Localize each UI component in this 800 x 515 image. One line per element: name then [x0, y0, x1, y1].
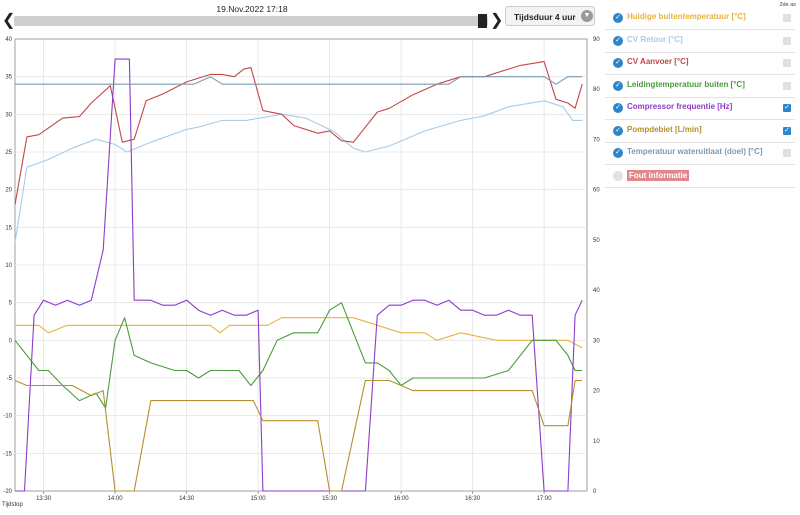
duration-dropdown[interactable]: Tijdsduur 4 uur ▼ [505, 6, 595, 26]
y-tick-label: 25 [5, 150, 12, 156]
x-tick-label: 15:30 [322, 496, 338, 502]
current-datetime: 19.Nov.2022 17:18 [216, 4, 288, 14]
y-tick-label: -15 [3, 451, 12, 457]
y2-tick-label: 0 [593, 489, 597, 495]
second-axis-checkbox[interactable]: ✓ [783, 126, 791, 135]
chevron-down-icon: ▼ [581, 10, 593, 22]
y2-tick-label: 60 [593, 188, 600, 194]
second-axis-checkbox[interactable] [783, 36, 791, 45]
legend-item-label: Huidige buitentemperatuur [°C] [627, 12, 746, 21]
series-visibility-checkbox[interactable]: ✓ [613, 58, 623, 68]
x-tick-label: 16:00 [394, 496, 410, 502]
next-arrow-icon[interactable]: ❯ [490, 13, 503, 29]
legend-item[interactable]: ✓ Leidingtemperatuur buiten [°C] [605, 75, 795, 98]
series-visibility-checkbox[interactable]: ✓ [613, 170, 623, 181]
y2-tick-label: 90 [593, 37, 600, 43]
y-tick-label: 40 [5, 37, 12, 43]
legend-item[interactable]: ✓ CV Retour [°C] [605, 30, 795, 53]
x-tick-label: 15:00 [251, 496, 267, 502]
duration-label: Tijdsduur 4 uur [514, 12, 576, 22]
series-visibility-checkbox[interactable]: ✓ [613, 35, 623, 46]
y-tick-label: 5 [9, 301, 13, 307]
time-slider[interactable] [14, 16, 488, 26]
legend-item-label: Pompdebiet [L/min] [627, 124, 702, 134]
y2-tick-label: 40 [593, 288, 600, 294]
x-axis-label: Tijdstop [2, 502, 23, 508]
series-visibility-checkbox[interactable]: ✓ [613, 103, 623, 113]
y-tick-label: -20 [3, 489, 12, 495]
x-tick-label: 17:00 [537, 496, 553, 502]
legend-item-label: CV Aanvoer [°C] [627, 57, 689, 66]
y2-tick-label: 50 [593, 238, 600, 244]
x-tick-label: 16:30 [465, 496, 481, 502]
y-tick-label: 0 [9, 338, 13, 344]
legend-item[interactable]: ✓ Temperatuur wateruitlaat (doel) [°C] [605, 142, 795, 165]
legend-item-label: Compressor frequentie [Hz] [627, 102, 733, 111]
y2-tick-label: 80 [593, 87, 600, 93]
y-tick-label: 35 [5, 75, 12, 81]
y-tick-label: -5 [7, 376, 13, 382]
legend-item-label: Fout informatie [627, 169, 690, 181]
y2-tick-label: 30 [593, 338, 600, 344]
second-axis-checkbox[interactable]: ✓ [783, 104, 791, 112]
series-visibility-checkbox[interactable]: ✓ [613, 125, 623, 136]
series-visibility-checkbox[interactable]: ✓ [613, 13, 623, 23]
y-tick-label: 15 [5, 225, 12, 231]
series-visibility-checkbox[interactable]: ✓ [613, 80, 623, 91]
legend-item[interactable]: ✓ CV Aanvoer [°C] [605, 52, 795, 75]
y2-tick-label: 20 [593, 389, 600, 395]
x-tick-label: 14:30 [179, 496, 195, 502]
y2-tick-label: 70 [593, 137, 600, 143]
legend-item[interactable]: ✓ Fout informatie [605, 165, 795, 188]
line-chart: -20 -15 -10 -5 0 5 10 15 20 25 30 35 40 0 10 20 30 40 50 60… [3, 37, 600, 502]
legend-item[interactable]: ✓ Compressor frequentie [Hz] ✓ [605, 97, 795, 120]
legend-item[interactable]: ✓ Pompdebiet [L/min] ✓ [605, 120, 795, 143]
y-tick-label: 30 [5, 112, 12, 118]
legend-item-label: CV Retour [°C] [627, 34, 683, 44]
y-tick-label: 10 [5, 263, 12, 269]
legend-panel: 2de as ✓ Huidige buitentemperatuur [°C] ✓ C… [605, 0, 800, 515]
legend-item-label: Temperatuur wateruitlaat (doel) [°C] [627, 147, 763, 156]
series-visibility-checkbox[interactable]: ✓ [613, 148, 623, 158]
second-axis-checkbox[interactable] [783, 149, 791, 157]
second-axis-checkbox[interactable] [783, 81, 791, 90]
x-tick-label: 14:00 [108, 496, 124, 502]
y-tick-label: -10 [3, 414, 12, 420]
legend-item-label: Leidingtemperatuur buiten [°C] [627, 79, 745, 89]
previous-arrow-icon[interactable]: ❮ [2, 13, 15, 29]
y2-tick-label: 10 [593, 439, 600, 445]
y-tick-label: 20 [5, 188, 12, 194]
second-axis-checkbox[interactable] [783, 14, 791, 22]
legend-item[interactable]: ✓ Huidige buitentemperatuur [°C] [605, 7, 795, 30]
time-navigator: 19.Nov.2022 17:18 ❮ ❯ Tijdsduur 4 uur ▼ [0, 0, 600, 34]
time-slider-handle[interactable] [478, 14, 487, 28]
x-tick-label: 13:30 [36, 496, 52, 502]
second-axis-checkbox[interactable] [783, 59, 791, 67]
